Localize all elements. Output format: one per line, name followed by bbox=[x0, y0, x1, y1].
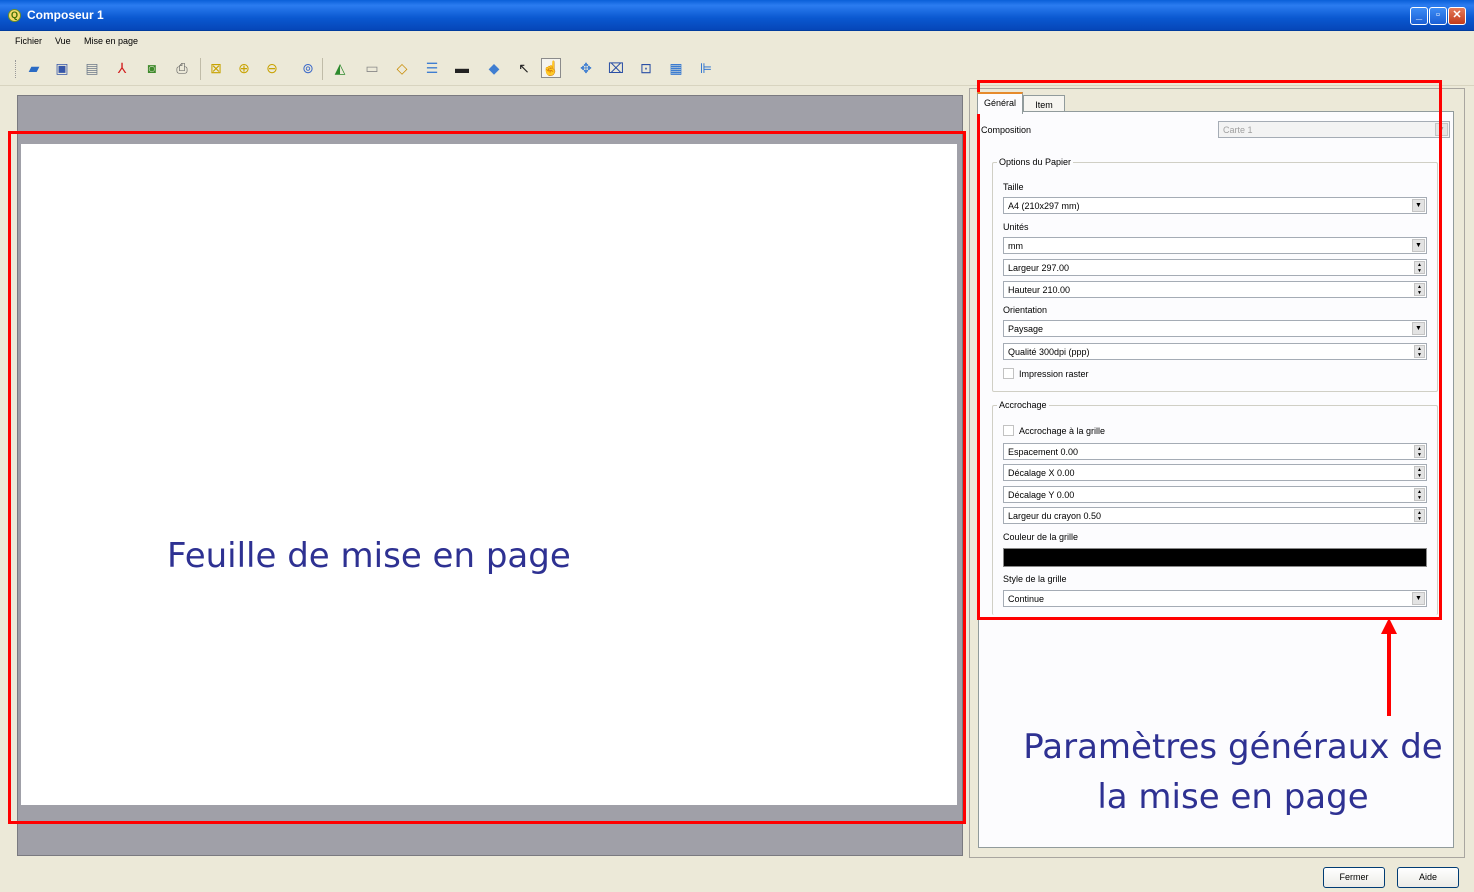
help-button[interactable]: Aide bbox=[1397, 867, 1459, 888]
canvas-annotation: Feuille de mise en page bbox=[167, 536, 571, 576]
arrow-shaft bbox=[1387, 632, 1391, 716]
align-icon[interactable]: ⊫ bbox=[696, 58, 716, 78]
open-icon[interactable]: ▰ bbox=[24, 58, 44, 78]
panel-annotation: Paramètres généraux de la mise en page bbox=[1023, 727, 1443, 817]
zoom-in-icon[interactable]: ⊕ bbox=[234, 58, 254, 78]
group-icon[interactable]: ⌧ bbox=[606, 58, 626, 78]
tab-general[interactable]: Général bbox=[977, 92, 1023, 114]
canvas-highlight-frame bbox=[8, 131, 966, 824]
toolbar-separator bbox=[322, 58, 323, 80]
menu-bar: Fichier Vue Mise en page bbox=[0, 32, 1474, 50]
add-scalebar-icon[interactable]: ▬ bbox=[452, 58, 472, 78]
print-icon[interactable]: ⎙ bbox=[172, 58, 192, 78]
add-map-icon[interactable]: ◭ bbox=[330, 58, 350, 78]
maximize-button[interactable]: ▫ bbox=[1429, 7, 1447, 25]
close-window-button[interactable]: ✕ bbox=[1448, 7, 1466, 25]
add-arrow-icon[interactable]: ↖ bbox=[514, 58, 534, 78]
qgis-app-icon: Q bbox=[8, 9, 21, 22]
select-move-icon[interactable]: ☝ bbox=[541, 58, 561, 78]
panel-highlight-frame bbox=[977, 80, 1442, 620]
menu-vue[interactable]: Vue bbox=[55, 36, 71, 46]
zoom-full-icon[interactable]: ⊠ bbox=[206, 58, 226, 78]
add-image-icon[interactable]: ▭ bbox=[362, 58, 382, 78]
export-svg-icon[interactable]: ◙ bbox=[142, 58, 162, 78]
refresh-icon[interactable]: ⊚ bbox=[298, 58, 318, 78]
zoom-out-icon[interactable]: ⊖ bbox=[262, 58, 282, 78]
ungroup-icon[interactable]: ⊡ bbox=[636, 58, 656, 78]
export-image-icon[interactable]: ▤ bbox=[82, 58, 102, 78]
add-label-icon[interactable]: ◇ bbox=[392, 58, 412, 78]
toolbar-separator bbox=[200, 58, 201, 80]
add-legend-icon[interactable]: ☰ bbox=[422, 58, 442, 78]
minimize-button[interactable]: _ bbox=[1410, 7, 1428, 25]
toolbar-grip[interactable] bbox=[15, 60, 18, 78]
move-content-icon[interactable]: ✥ bbox=[576, 58, 596, 78]
title-bar: Q Composeur 1 _ ▫ ✕ bbox=[0, 0, 1474, 31]
export-pdf-icon[interactable]: ⅄ bbox=[112, 58, 132, 78]
window-title: Composeur 1 bbox=[27, 8, 104, 22]
menu-fichier[interactable]: Fichier bbox=[15, 36, 42, 46]
add-shape-icon[interactable]: ◆ bbox=[484, 58, 504, 78]
close-button[interactable]: Fermer bbox=[1323, 867, 1385, 888]
save-icon[interactable]: ▣ bbox=[52, 58, 72, 78]
raise-icon[interactable]: ▦ bbox=[666, 58, 686, 78]
menu-mise-en-page[interactable]: Mise en page bbox=[84, 36, 138, 46]
